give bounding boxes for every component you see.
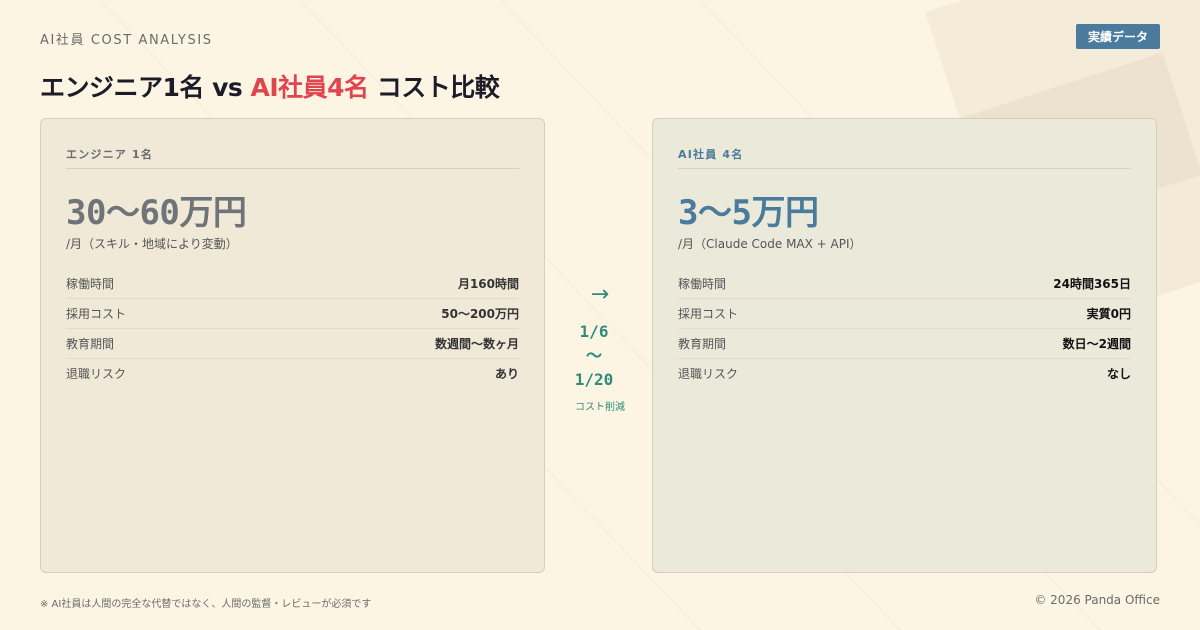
detail-row: 教育期間 数日〜2週間 — [678, 329, 1131, 359]
detail-row: 採用コスト 実質0円 — [678, 299, 1131, 329]
engineer-card-label: エンジニア 1名 — [66, 148, 154, 161]
detail-value: 実質0円 — [1086, 307, 1131, 321]
reduction-label: コスト削減 — [575, 402, 625, 413]
detail-value: あり — [494, 367, 519, 381]
detail-row: 教育期間 数週間〜数ヶ月 — [66, 329, 519, 359]
detail-value: 数日〜2週間 — [1062, 337, 1131, 351]
header-kicker: AI社員 COST ANALYSIS — [40, 33, 213, 48]
detail-row: 退職リスク なし — [678, 359, 1131, 388]
ratio-bottom: 1/20 — [574, 370, 614, 389]
detail-key: 採用コスト — [678, 307, 739, 321]
engineer-price-note: /月（スキル・地域により変動） — [66, 237, 238, 251]
detail-value: 24時間365日 — [1053, 277, 1131, 291]
detail-row: 稼働時間 月160時間 — [66, 269, 519, 299]
detail-row: 採用コスト 50〜200万円 — [66, 299, 519, 329]
ai-detail-list: 稼働時間 24時間365日 採用コスト 実質0円 教育期間 数日〜2週間 退職リ… — [678, 269, 1131, 388]
ai-card-label: AI社員 4名 — [678, 148, 744, 161]
disclaimer-note: ※ AI社員は人間の完全な代替ではなく、人間の監督・レビューが必須です — [40, 599, 372, 610]
detail-row: 退職リスク あり — [66, 359, 519, 388]
detail-key: 採用コスト — [66, 307, 127, 321]
title-part-1: エンジニア1名 vs — [40, 73, 251, 102]
detail-value: 50〜200万円 — [441, 307, 519, 321]
detail-key: 教育期間 — [678, 337, 727, 351]
copyright: © 2026 Panda Office — [1034, 593, 1160, 607]
engineer-card: エンジニア 1名 30〜60万円 /月（スキル・地域により変動） 稼働時間 月1… — [40, 118, 545, 573]
detail-row: 稼働時間 24時間365日 — [678, 269, 1131, 299]
card-divider — [678, 168, 1131, 169]
engineer-detail-list: 稼働時間 月160時間 採用コスト 50〜200万円 教育期間 数週間〜数ヶ月 … — [66, 269, 519, 388]
arrow-right-icon: → — [590, 282, 610, 307]
ai-price-note: /月（Claude Code MAX + API） — [678, 237, 862, 251]
cost-reduction-indicator: → 1/6 〜 1/20 コスト削減 — [555, 280, 645, 413]
engineer-price: 30〜60万円 — [66, 193, 247, 233]
ratio-top: 1/6 — [579, 322, 609, 341]
detail-value: なし — [1106, 367, 1131, 381]
detail-key: 退職リスク — [66, 367, 127, 381]
detail-value: 数週間〜数ヶ月 — [434, 337, 519, 351]
ratio-separator: 〜 — [585, 346, 602, 365]
ai-employee-card: AI社員 4名 3〜5万円 /月（Claude Code MAX + API） … — [652, 118, 1157, 573]
page-title: エンジニア1名 vs AI社員4名 コスト比較 — [40, 68, 500, 104]
detail-value: 月160時間 — [457, 277, 519, 291]
title-accent: AI社員4名 — [250, 73, 369, 102]
detail-key: 稼働時間 — [66, 277, 115, 291]
detail-key: 稼働時間 — [678, 277, 727, 291]
title-part-2: コスト比較 — [368, 73, 500, 102]
ai-price: 3〜5万円 — [678, 193, 819, 233]
reduction-ratio: 1/6 〜 1/20 — [555, 320, 645, 392]
data-badge: 実績データ — [1076, 24, 1160, 49]
detail-key: 退職リスク — [678, 367, 739, 381]
card-divider — [66, 168, 519, 169]
detail-key: 教育期間 — [66, 337, 115, 351]
